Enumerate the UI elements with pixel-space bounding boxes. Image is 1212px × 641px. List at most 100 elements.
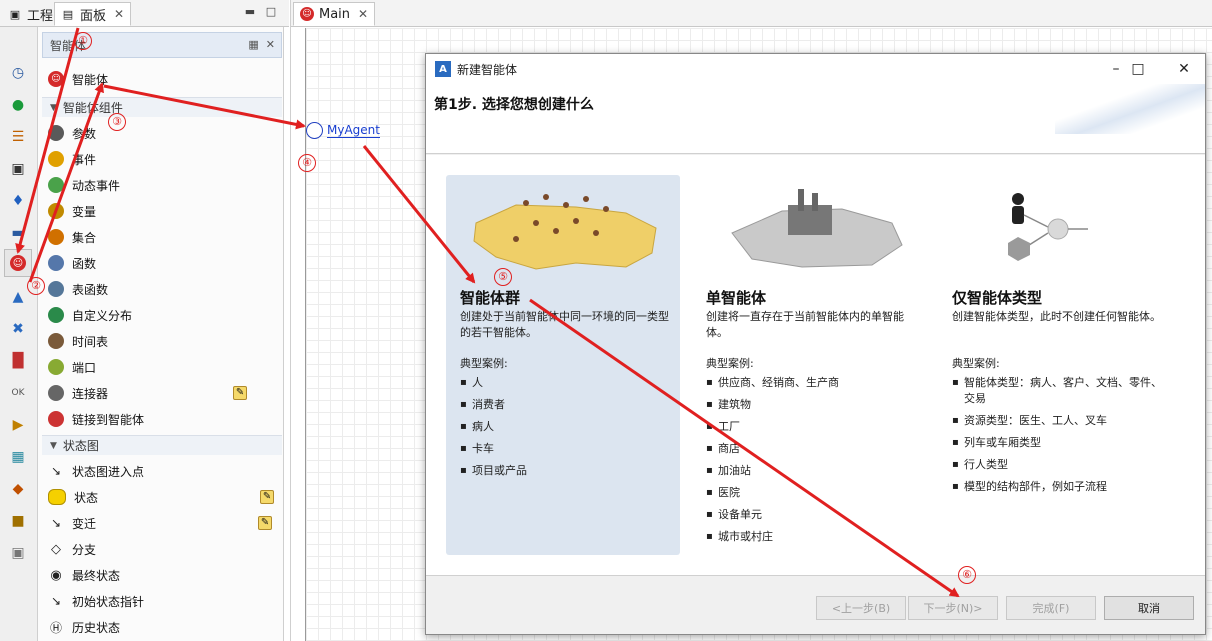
maximize-icon[interactable]: □: [264, 5, 278, 19]
road-traffic-icon[interactable]: ▣: [4, 155, 32, 183]
palette-item[interactable]: ↘ 状态图进入点: [48, 459, 144, 483]
option-card[interactable]: 仅智能体类型创建智能体类型，此时不创建任何智能体。典型案例: 智能体类型：病人、客…: [938, 175, 1172, 555]
minimize-icon[interactable]: ▬: [243, 5, 257, 19]
palette-item[interactable]: 动态事件: [48, 173, 120, 197]
agent-type-illustration: [948, 183, 1162, 275]
pictures-icon[interactable]: ◆: [4, 475, 32, 503]
example-item: 病人: [460, 419, 672, 435]
example-item: 列车或车厢类型: [952, 435, 1164, 451]
palette-item[interactable]: 表函数: [48, 277, 108, 301]
palette-list: 智能体 ▦ ✕ ☺ 智能体 ▼ 智能体组件 参数 事件 动态事件 变量 集合 函数 表函数自…: [38, 27, 284, 641]
palette-item[interactable]: 参数: [48, 121, 96, 145]
agent-population-myagent[interactable]: MyAgent: [306, 122, 380, 139]
palette-item-label: 变迁: [72, 516, 97, 531]
close-icon[interactable]: ✕: [114, 7, 124, 21]
palette-item[interactable]: 连接器 ✎: [48, 381, 248, 405]
palette-item[interactable]: ◉ 最终状态: [48, 563, 120, 587]
option-card[interactable]: 智能体群创建处于当前智能体中同一环境的同一类型的若干智能体。典型案例: 人消费者病…: [446, 175, 680, 555]
palette-item-label: 表函数: [72, 282, 109, 297]
palette-item[interactable]: ↘ 变迁 ✎: [48, 511, 273, 535]
option-title: 仅智能体类型: [952, 289, 1043, 307]
space-markup-icon[interactable]: ✖: [4, 315, 32, 343]
palette-item[interactable]: 函数: [48, 251, 96, 275]
example-item: 供应商、经销商、生产商: [706, 375, 918, 391]
rail-icon[interactable]: ☰: [4, 123, 32, 151]
dynamic-event-icon: [48, 177, 64, 193]
example-item: 人: [460, 375, 672, 391]
system-dynamics-icon[interactable]: ▦: [4, 443, 32, 471]
palette-item[interactable]: ◇ 分支: [48, 537, 96, 561]
agent-icon: ☺: [300, 7, 314, 21]
agent-category-icon[interactable]: ☺: [4, 249, 32, 277]
history-state-icon: Ⓗ: [49, 620, 62, 635]
event-lightning-icon: [48, 151, 64, 167]
palette-item[interactable]: 时间表: [48, 329, 108, 353]
example-item: 资源类型：医生、工人、叉车: [952, 413, 1164, 429]
pencil-icon[interactable]: ✎: [258, 516, 273, 530]
palette-item[interactable]: 事件: [48, 147, 96, 171]
variable-icon: [48, 203, 64, 219]
palette-item[interactable]: 链接到智能体: [48, 407, 144, 431]
option-card[interactable]: 单智能体创建将一直存在于当前智能体内的单智能体。典型案例: 供应商、经销商、生产商…: [692, 175, 926, 555]
palette-item[interactable]: 变量: [48, 199, 96, 223]
example-item: 城市或村庄: [706, 529, 918, 545]
process-modeling-icon[interactable]: ◷: [4, 59, 32, 87]
custom-distribution-icon: [48, 307, 64, 323]
palette-item-label: 历史状态: [72, 620, 121, 635]
examples-heading: 典型案例:: [460, 357, 508, 370]
section-agent-components[interactable]: ▼ 智能体组件: [42, 97, 282, 117]
palette-item[interactable]: 集合: [48, 225, 96, 249]
palette-item-agent[interactable]: ☺ 智能体: [48, 67, 108, 91]
wizard-footer: <上一步(B) 下一步(N)> 完成(F) 取消: [426, 575, 1205, 634]
pencil-icon[interactable]: ✎: [260, 490, 275, 504]
wizard-body: 智能体群创建处于当前智能体中同一环境的同一类型的若干智能体。典型案例: 人消费者病…: [426, 155, 1205, 575]
finish-button[interactable]: 完成(F): [1006, 596, 1096, 620]
example-item: 项目或产品: [460, 463, 672, 479]
agent-name-label[interactable]: MyAgent: [327, 123, 380, 138]
section-statechart[interactable]: ▼ 状态图: [42, 435, 282, 455]
anylogic-logo-icon: A: [435, 61, 451, 77]
minimize-icon[interactable]: –: [1106, 60, 1126, 78]
example-item: 工厂: [706, 419, 918, 435]
left-tabbar: ▣ 工程 ▤ 面板 ✕ ▬ □: [0, 0, 289, 27]
state-icon: [48, 489, 66, 505]
tab-main[interactable]: ☺ Main ✕: [293, 2, 376, 26]
cancel-button[interactable]: 取消: [1104, 596, 1194, 620]
palette-item[interactable]: ↘ 初始状态指针: [48, 589, 144, 613]
material-handling-icon[interactable]: ▬: [4, 219, 32, 247]
function-icon: [48, 255, 64, 271]
palette-item-label: 集合: [72, 230, 97, 245]
palette-view-tools[interactable]: ▦ ✕: [248, 38, 275, 51]
tab-project-label: 工程: [27, 8, 54, 24]
fluid-icon[interactable]: ♦: [4, 187, 32, 215]
palette-item[interactable]: 状态 ✎: [48, 485, 275, 509]
section-label: 状态图: [62, 439, 99, 453]
controls-icon[interactable]: OK: [4, 379, 32, 407]
tab-project[interactable]: ▣ 工程: [2, 2, 59, 26]
analysis-icon[interactable]: █: [4, 347, 32, 375]
connectivity-icon[interactable]: ▶: [4, 411, 32, 439]
actions-icon[interactable]: ▣: [4, 539, 32, 567]
annotation-5: ⑤: [494, 268, 512, 286]
palette-item-label: 变量: [72, 204, 97, 219]
final-state-icon: ◉: [50, 567, 62, 583]
next-button[interactable]: 下一步(N)>: [908, 596, 998, 620]
example-item: 消费者: [460, 397, 672, 413]
palette-item-label: 状态图进入点: [72, 464, 145, 479]
maximize-icon[interactable]: □: [1128, 60, 1148, 78]
schedule-icon: [48, 333, 64, 349]
option-description: 创建将一直存在于当前智能体内的单智能体。: [706, 310, 904, 339]
3d-objects-icon[interactable]: ■: [4, 507, 32, 535]
close-icon[interactable]: ✕: [1174, 60, 1194, 78]
palette-item[interactable]: 端口: [48, 355, 96, 379]
palette-item-label: 动态事件: [72, 178, 121, 193]
tab-palette[interactable]: ▤ 面板 ✕: [54, 2, 132, 26]
factory-illustration: [702, 183, 916, 275]
close-icon[interactable]: ✕: [358, 7, 368, 21]
palette-item[interactable]: 自定义分布: [48, 303, 132, 327]
annotation-2: ②: [27, 277, 45, 295]
pencil-icon[interactable]: ✎: [233, 386, 248, 400]
palette-item[interactable]: Ⓗ 历史状态: [48, 615, 120, 639]
back-button[interactable]: <上一步(B): [816, 596, 906, 620]
pedestrian-icon[interactable]: ●: [4, 91, 32, 119]
